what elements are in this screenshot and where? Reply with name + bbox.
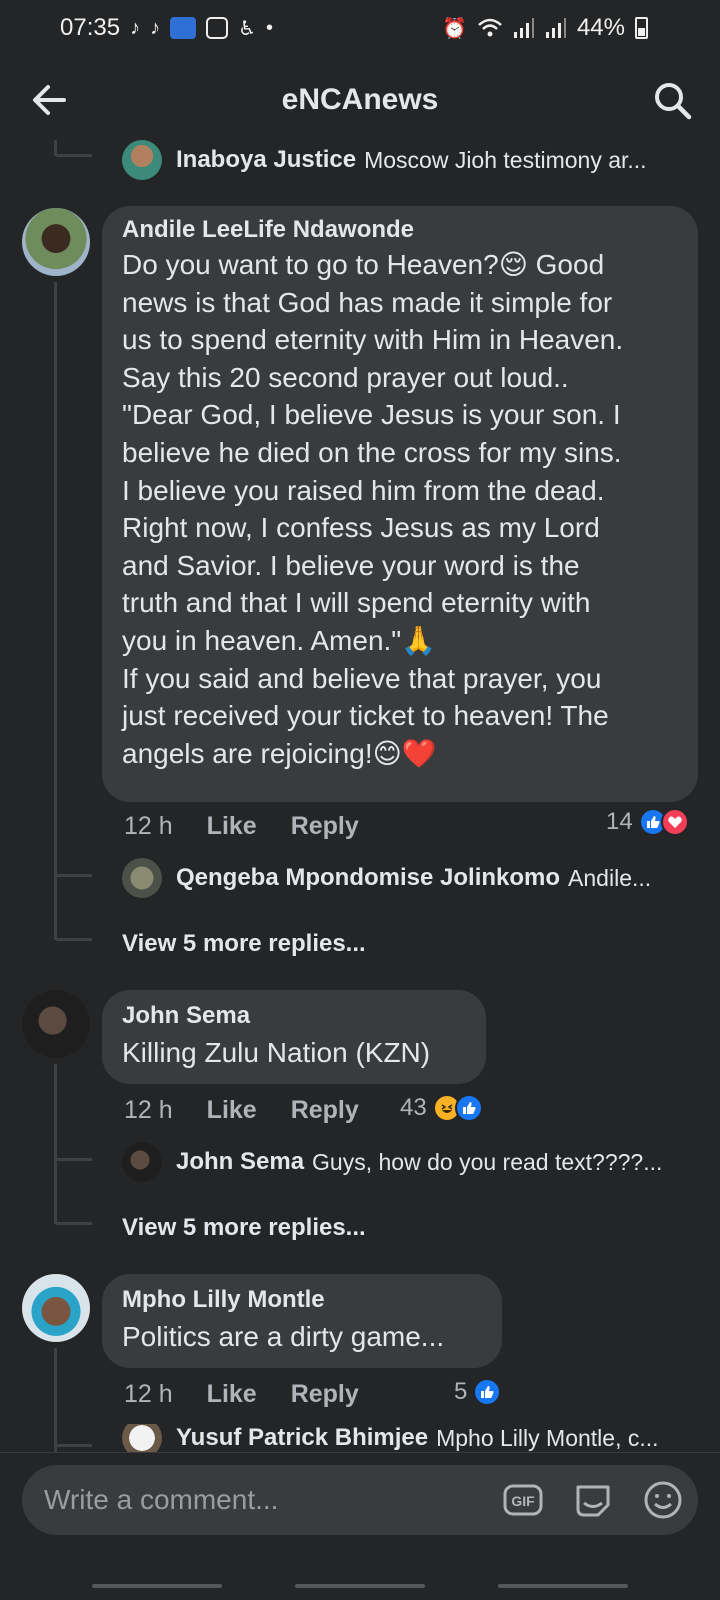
gallery-icon (206, 17, 229, 39)
love-reaction-icon (660, 808, 689, 836)
tiktok-icon: ♪ (130, 16, 141, 39)
comment-actions: 12 h Like Reply (124, 1096, 359, 1125)
thread-line (54, 282, 57, 940)
comment-bubble[interactable]: John Sema Killing Zulu Nation (KZN) (102, 990, 486, 1084)
comment-time[interactable]: 12 h (124, 812, 173, 841)
thread-line (56, 154, 92, 157)
page-title: eNCAnews (281, 83, 439, 116)
reaction-summary[interactable]: 5 (454, 1378, 502, 1406)
reply-button[interactable]: Reply (291, 1380, 359, 1409)
comment-bubble[interactable]: Andile LeeLife Ndawonde Do you want to g… (102, 206, 698, 802)
thread-line (56, 1158, 92, 1161)
reaction-summary[interactable]: 43 (400, 1094, 483, 1122)
reply-text: Mpho Lilly Montle, c... (436, 1424, 659, 1451)
status-time: 07:35 (60, 14, 121, 41)
comment-actions: 12 h Like Reply (124, 812, 359, 841)
reply-author: Yusuf Patrick Bhimjee (176, 1424, 429, 1451)
svg-text:GIF: GIF (511, 1493, 535, 1509)
avatar (122, 140, 162, 180)
comment-bubble[interactable]: Mpho Lilly Montle Politics are a dirty g… (102, 1274, 502, 1368)
comment-text: Politics are a dirty game... (122, 1321, 445, 1352)
comment-text: Killing Zulu Nation (KZN) (122, 1037, 431, 1068)
reaction-count: 14 (606, 808, 633, 835)
comment-actions: 12 h Like Reply (124, 1380, 359, 1409)
like-button[interactable]: Like (207, 1096, 257, 1125)
reply-preview[interactable]: Qengeba Mpondomise Jolinkomo Andile... (122, 856, 702, 900)
reaction-count: 43 (400, 1094, 427, 1121)
sticker-icon[interactable] (572, 1479, 614, 1521)
reaction-count: 5 (454, 1378, 468, 1405)
nav-bar-hint (498, 1584, 628, 1588)
reaction-summary[interactable]: 14 (606, 808, 689, 836)
avatar[interactable] (22, 1274, 90, 1342)
signal-icon (545, 18, 566, 38)
reply-text: Moscow Jioh testimony ar... (364, 146, 647, 173)
like-button[interactable]: Like (207, 1380, 257, 1409)
thread-line (54, 1064, 57, 1224)
reply-author: Inaboya Justice (176, 146, 357, 173)
wifi-icon (478, 18, 502, 37)
reply-text: Guys, how do you read text????... (312, 1148, 663, 1175)
view-more-replies[interactable]: View 5 more replies... (122, 930, 366, 958)
movie-app-icon (170, 17, 197, 39)
battery-percent: 44% (576, 14, 625, 41)
thread-line (56, 938, 92, 941)
search-icon[interactable] (650, 78, 694, 122)
nav-bar-hint (92, 1584, 222, 1588)
reply-preview[interactable]: Yusuf Patrick Bhimjee Mpho Lilly Montle,… (122, 1424, 702, 1452)
avatar[interactable] (22, 990, 90, 1058)
avatar (122, 1424, 162, 1452)
reply-button[interactable]: Reply (291, 1096, 359, 1125)
comment-text: Do you want to go to Heaven?😌 Good news … (122, 249, 624, 769)
signal-icon (513, 18, 534, 38)
avatar (122, 858, 162, 898)
app-header: eNCAnews (0, 60, 720, 140)
like-button[interactable]: Like (207, 812, 257, 841)
like-reaction-icon (454, 1094, 483, 1122)
tiktok-icon: ♪ (150, 16, 161, 39)
dot-icon: • (266, 16, 274, 39)
reply-preview[interactable]: John Sema Guys, how do you read text????… (122, 1140, 702, 1184)
reply-text: Andile... (568, 864, 652, 891)
view-more-replies[interactable]: View 5 more replies... (122, 1214, 366, 1242)
reply-button[interactable]: Reply (291, 812, 359, 841)
reply-author: John Sema (176, 1148, 305, 1175)
battery-icon (635, 17, 648, 39)
comment-time[interactable]: 12 h (124, 1096, 173, 1125)
arrow-left-icon[interactable] (28, 78, 72, 122)
comment-placeholder: Write a comment... (44, 1484, 279, 1515)
like-reaction-icon (473, 1378, 502, 1406)
thread-line (54, 1348, 57, 1458)
gif-icon[interactable]: GIF (502, 1479, 544, 1521)
nav-bar-hint (295, 1584, 425, 1588)
comment-author[interactable]: John Sema (122, 1002, 466, 1030)
thread-line (56, 874, 92, 877)
comment-author[interactable]: Mpho Lilly Montle (122, 1286, 482, 1314)
avatar[interactable] (22, 208, 90, 276)
reply-author: Qengeba Mpondomise Jolinkomo (176, 864, 561, 891)
comment-time[interactable]: 12 h (124, 1380, 173, 1409)
status-bar: 07:35 ♪ ♪ ♿ • ⏰ 44% (0, 0, 720, 56)
thread-line (56, 1444, 92, 1447)
accessibility-icon: ♿ (238, 17, 256, 40)
alarm-icon: ⏰ (442, 17, 467, 40)
comment-author[interactable]: Andile LeeLife Ndawonde (122, 216, 678, 244)
comment-composer: Write a comment... GIF (0, 1452, 720, 1600)
avatar (122, 1142, 162, 1182)
reply-preview[interactable]: Inaboya Justice Moscow Jioh testimony ar… (122, 138, 702, 182)
emoji-icon[interactable] (642, 1479, 684, 1521)
thread-line (56, 1222, 92, 1225)
